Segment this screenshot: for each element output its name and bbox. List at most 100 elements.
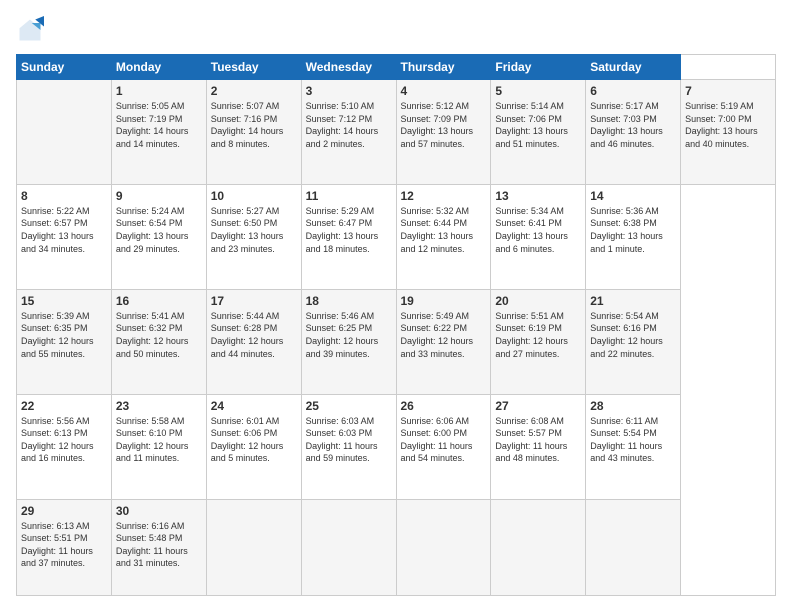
day-info: Sunrise: 6:03 AMSunset: 6:03 PMDaylight:… [306,415,392,465]
day-cell: 3Sunrise: 5:10 AMSunset: 7:12 PMDaylight… [301,80,396,185]
day-cell [206,499,301,595]
day-info: Sunrise: 5:36 AMSunset: 6:38 PMDaylight:… [590,205,676,255]
day-number: 24 [211,399,297,413]
day-cell: 24 Sunrise: 6:01 AMSunset: 6:06 PMDayligh… [206,394,301,499]
day-cell: 12 Sunrise: 5:32 AMSunset: 6:44 PMDayligh… [396,184,491,289]
day-info: Sunrise: 5:44 AMSunset: 6:28 PMDaylight:… [211,310,297,360]
col-header-thursday: Thursday [396,55,491,80]
day-number: 1 [116,84,202,98]
day-info: Sunrise: 6:11 AMSunset: 5:54 PMDaylight:… [590,415,676,465]
day-info: Sunrise: 5:17 AMSunset: 7:03 PMDaylight:… [590,100,676,150]
day-cell: 1 Sunrise: 5:05 AMSunset: 7:19 PMDaylight… [111,80,206,185]
day-cell: 15 Sunrise: 5:39 AMSunset: 6:35 PMDayligh… [17,289,112,394]
day-number: 26 [401,399,487,413]
day-info: Sunrise: 6:06 AMSunset: 6:00 PMDaylight:… [401,415,487,465]
day-number: 21 [590,294,676,308]
day-cell: 25 Sunrise: 6:03 AMSunset: 6:03 PMDayligh… [301,394,396,499]
day-cell: 14 Sunrise: 5:36 AMSunset: 6:38 PMDayligh… [586,184,681,289]
day-cell: 10 Sunrise: 5:27 AMSunset: 6:50 PMDayligh… [206,184,301,289]
day-number: 16 [116,294,202,308]
day-number: 29 [21,504,107,518]
day-info: Sunrise: 5:14 AMSunset: 7:06 PMDaylight:… [495,100,581,150]
day-number: 25 [306,399,392,413]
day-number: 15 [21,294,107,308]
day-info: Sunrise: 5:34 AMSunset: 6:41 PMDaylight:… [495,205,581,255]
day-number: 8 [21,189,107,203]
day-cell [396,499,491,595]
week-row-1: 8 Sunrise: 5:22 AMSunset: 6:57 PMDaylight… [17,184,776,289]
day-cell: 8 Sunrise: 5:22 AMSunset: 6:57 PMDaylight… [17,184,112,289]
day-info: Sunrise: 5:32 AMSunset: 6:44 PMDaylight:… [401,205,487,255]
day-info: Sunrise: 6:16 AMSunset: 5:48 PMDaylight:… [116,520,202,570]
day-info: Sunrise: 6:13 AMSunset: 5:51 PMDaylight:… [21,520,107,570]
day-cell: 9Sunrise: 5:24 AMSunset: 6:54 PMDaylight… [111,184,206,289]
day-number: 12 [401,189,487,203]
day-cell: 26 Sunrise: 6:06 AMSunset: 6:00 PMDayligh… [396,394,491,499]
day-info: Sunrise: 6:08 AMSunset: 5:57 PMDaylight:… [495,415,581,465]
day-number: 23 [116,399,202,413]
day-cell: 17 Sunrise: 5:44 AMSunset: 6:28 PMDayligh… [206,289,301,394]
col-header-wednesday: Wednesday [301,55,396,80]
day-cell: 27 Sunrise: 6:08 AMSunset: 5:57 PMDayligh… [491,394,586,499]
col-header-monday: Monday [111,55,206,80]
day-info: Sunrise: 5:27 AMSunset: 6:50 PMDaylight:… [211,205,297,255]
day-info: Sunrise: 5:19 AMSunset: 7:00 PMDaylight:… [685,100,771,150]
day-number: 6 [590,84,676,98]
day-cell: 11 Sunrise: 5:29 AMSunset: 6:47 PMDayligh… [301,184,396,289]
day-cell: 2 Sunrise: 5:07 AMSunset: 7:16 PMDaylight… [206,80,301,185]
day-info: Sunrise: 5:58 AMSunset: 6:10 PMDaylight:… [116,415,202,465]
day-cell: 4Sunrise: 5:12 AMSunset: 7:09 PMDaylight… [396,80,491,185]
day-number: 7 [685,84,771,98]
day-cell [491,499,586,595]
day-info: Sunrise: 5:56 AMSunset: 6:13 PMDaylight:… [21,415,107,465]
day-number: 4 [401,84,487,98]
day-number: 2 [211,84,297,98]
col-header-sunday: Sunday [17,55,112,80]
day-info: Sunrise: 5:39 AMSunset: 6:35 PMDaylight:… [21,310,107,360]
calendar-table: SundayMondayTuesdayWednesdayThursdayFrid… [16,54,776,596]
day-cell: 19Sunrise: 5:49 AMSunset: 6:22 PMDayligh… [396,289,491,394]
day-number: 5 [495,84,581,98]
day-info: Sunrise: 5:46 AMSunset: 6:25 PMDaylight:… [306,310,392,360]
day-cell: 16 Sunrise: 5:41 AMSunset: 6:32 PMDayligh… [111,289,206,394]
day-info: Sunrise: 5:22 AMSunset: 6:57 PMDaylight:… [21,205,107,255]
week-row-2: 15 Sunrise: 5:39 AMSunset: 6:35 PMDayligh… [17,289,776,394]
day-info: Sunrise: 6:01 AMSunset: 6:06 PMDaylight:… [211,415,297,465]
day-number: 27 [495,399,581,413]
day-cell: 13 Sunrise: 5:34 AMSunset: 6:41 PMDayligh… [491,184,586,289]
day-info: Sunrise: 5:07 AMSunset: 7:16 PMDaylight:… [211,100,297,150]
day-cell: 21Sunrise: 5:54 AMSunset: 6:16 PMDayligh… [586,289,681,394]
col-header-tuesday: Tuesday [206,55,301,80]
day-number: 10 [211,189,297,203]
day-info: Sunrise: 5:51 AMSunset: 6:19 PMDaylight:… [495,310,581,360]
day-cell [301,499,396,595]
col-header-saturday: Saturday [586,55,681,80]
day-number: 14 [590,189,676,203]
day-cell: 28Sunrise: 6:11 AMSunset: 5:54 PMDayligh… [586,394,681,499]
day-number: 18 [306,294,392,308]
week-row-3: 22Sunrise: 5:56 AMSunset: 6:13 PMDayligh… [17,394,776,499]
day-cell: 30 Sunrise: 6:16 AMSunset: 5:48 PMDayligh… [111,499,206,595]
day-cell [586,499,681,595]
day-info: Sunrise: 5:29 AMSunset: 6:47 PMDaylight:… [306,205,392,255]
col-header-friday: Friday [491,55,586,80]
day-cell: 18 Sunrise: 5:46 AMSunset: 6:25 PMDayligh… [301,289,396,394]
day-cell: 20Sunrise: 5:51 AMSunset: 6:19 PMDayligh… [491,289,586,394]
day-cell: 6 Sunrise: 5:17 AMSunset: 7:03 PMDaylight… [586,80,681,185]
logo-icon [16,16,44,44]
day-number: 3 [306,84,392,98]
day-info: Sunrise: 5:24 AMSunset: 6:54 PMDaylight:… [116,205,202,255]
day-cell: 22Sunrise: 5:56 AMSunset: 6:13 PMDayligh… [17,394,112,499]
week-row-0: 1 Sunrise: 5:05 AMSunset: 7:19 PMDaylight… [17,80,776,185]
day-number: 11 [306,189,392,203]
day-info: Sunrise: 5:05 AMSunset: 7:19 PMDaylight:… [116,100,202,150]
day-cell: 23 Sunrise: 5:58 AMSunset: 6:10 PMDayligh… [111,394,206,499]
empty-cell [17,80,112,185]
day-number: 30 [116,504,202,518]
day-cell: 29 Sunrise: 6:13 AMSunset: 5:51 PMDayligh… [17,499,112,595]
day-number: 17 [211,294,297,308]
logo [16,16,48,44]
week-row-4: 29 Sunrise: 6:13 AMSunset: 5:51 PMDayligh… [17,499,776,595]
day-number: 13 [495,189,581,203]
day-info: Sunrise: 5:41 AMSunset: 6:32 PMDaylight:… [116,310,202,360]
